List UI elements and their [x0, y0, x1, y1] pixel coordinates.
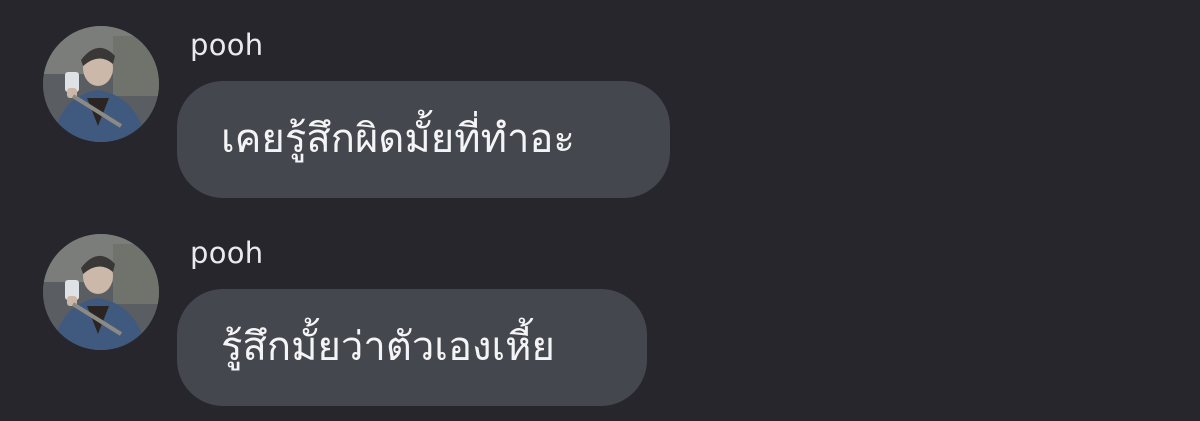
sender-avatar[interactable] — [43, 234, 159, 350]
message-text: รู้สึกมั้ยว่าตัวเองเหี้ย — [221, 324, 555, 370]
message-bubble[interactable]: รู้สึกมั้ยว่าตัวเองเหี้ย — [177, 289, 647, 406]
user-photo-avatar-icon — [43, 234, 159, 350]
chat-thread: pooh เคยรู้สึกผิดมั้ยที่ทำอะ pooh รู้สึก… — [0, 0, 1200, 421]
sender-avatar[interactable] — [43, 26, 159, 142]
message-text: เคยรู้สึกผิดมั้ยที่ทำอะ — [221, 116, 575, 162]
message-bubble[interactable]: เคยรู้สึกผิดมั้ยที่ทำอะ — [177, 81, 670, 198]
user-photo-avatar-icon — [43, 26, 159, 142]
sender-name: pooh — [190, 236, 264, 270]
sender-name: pooh — [190, 28, 264, 62]
